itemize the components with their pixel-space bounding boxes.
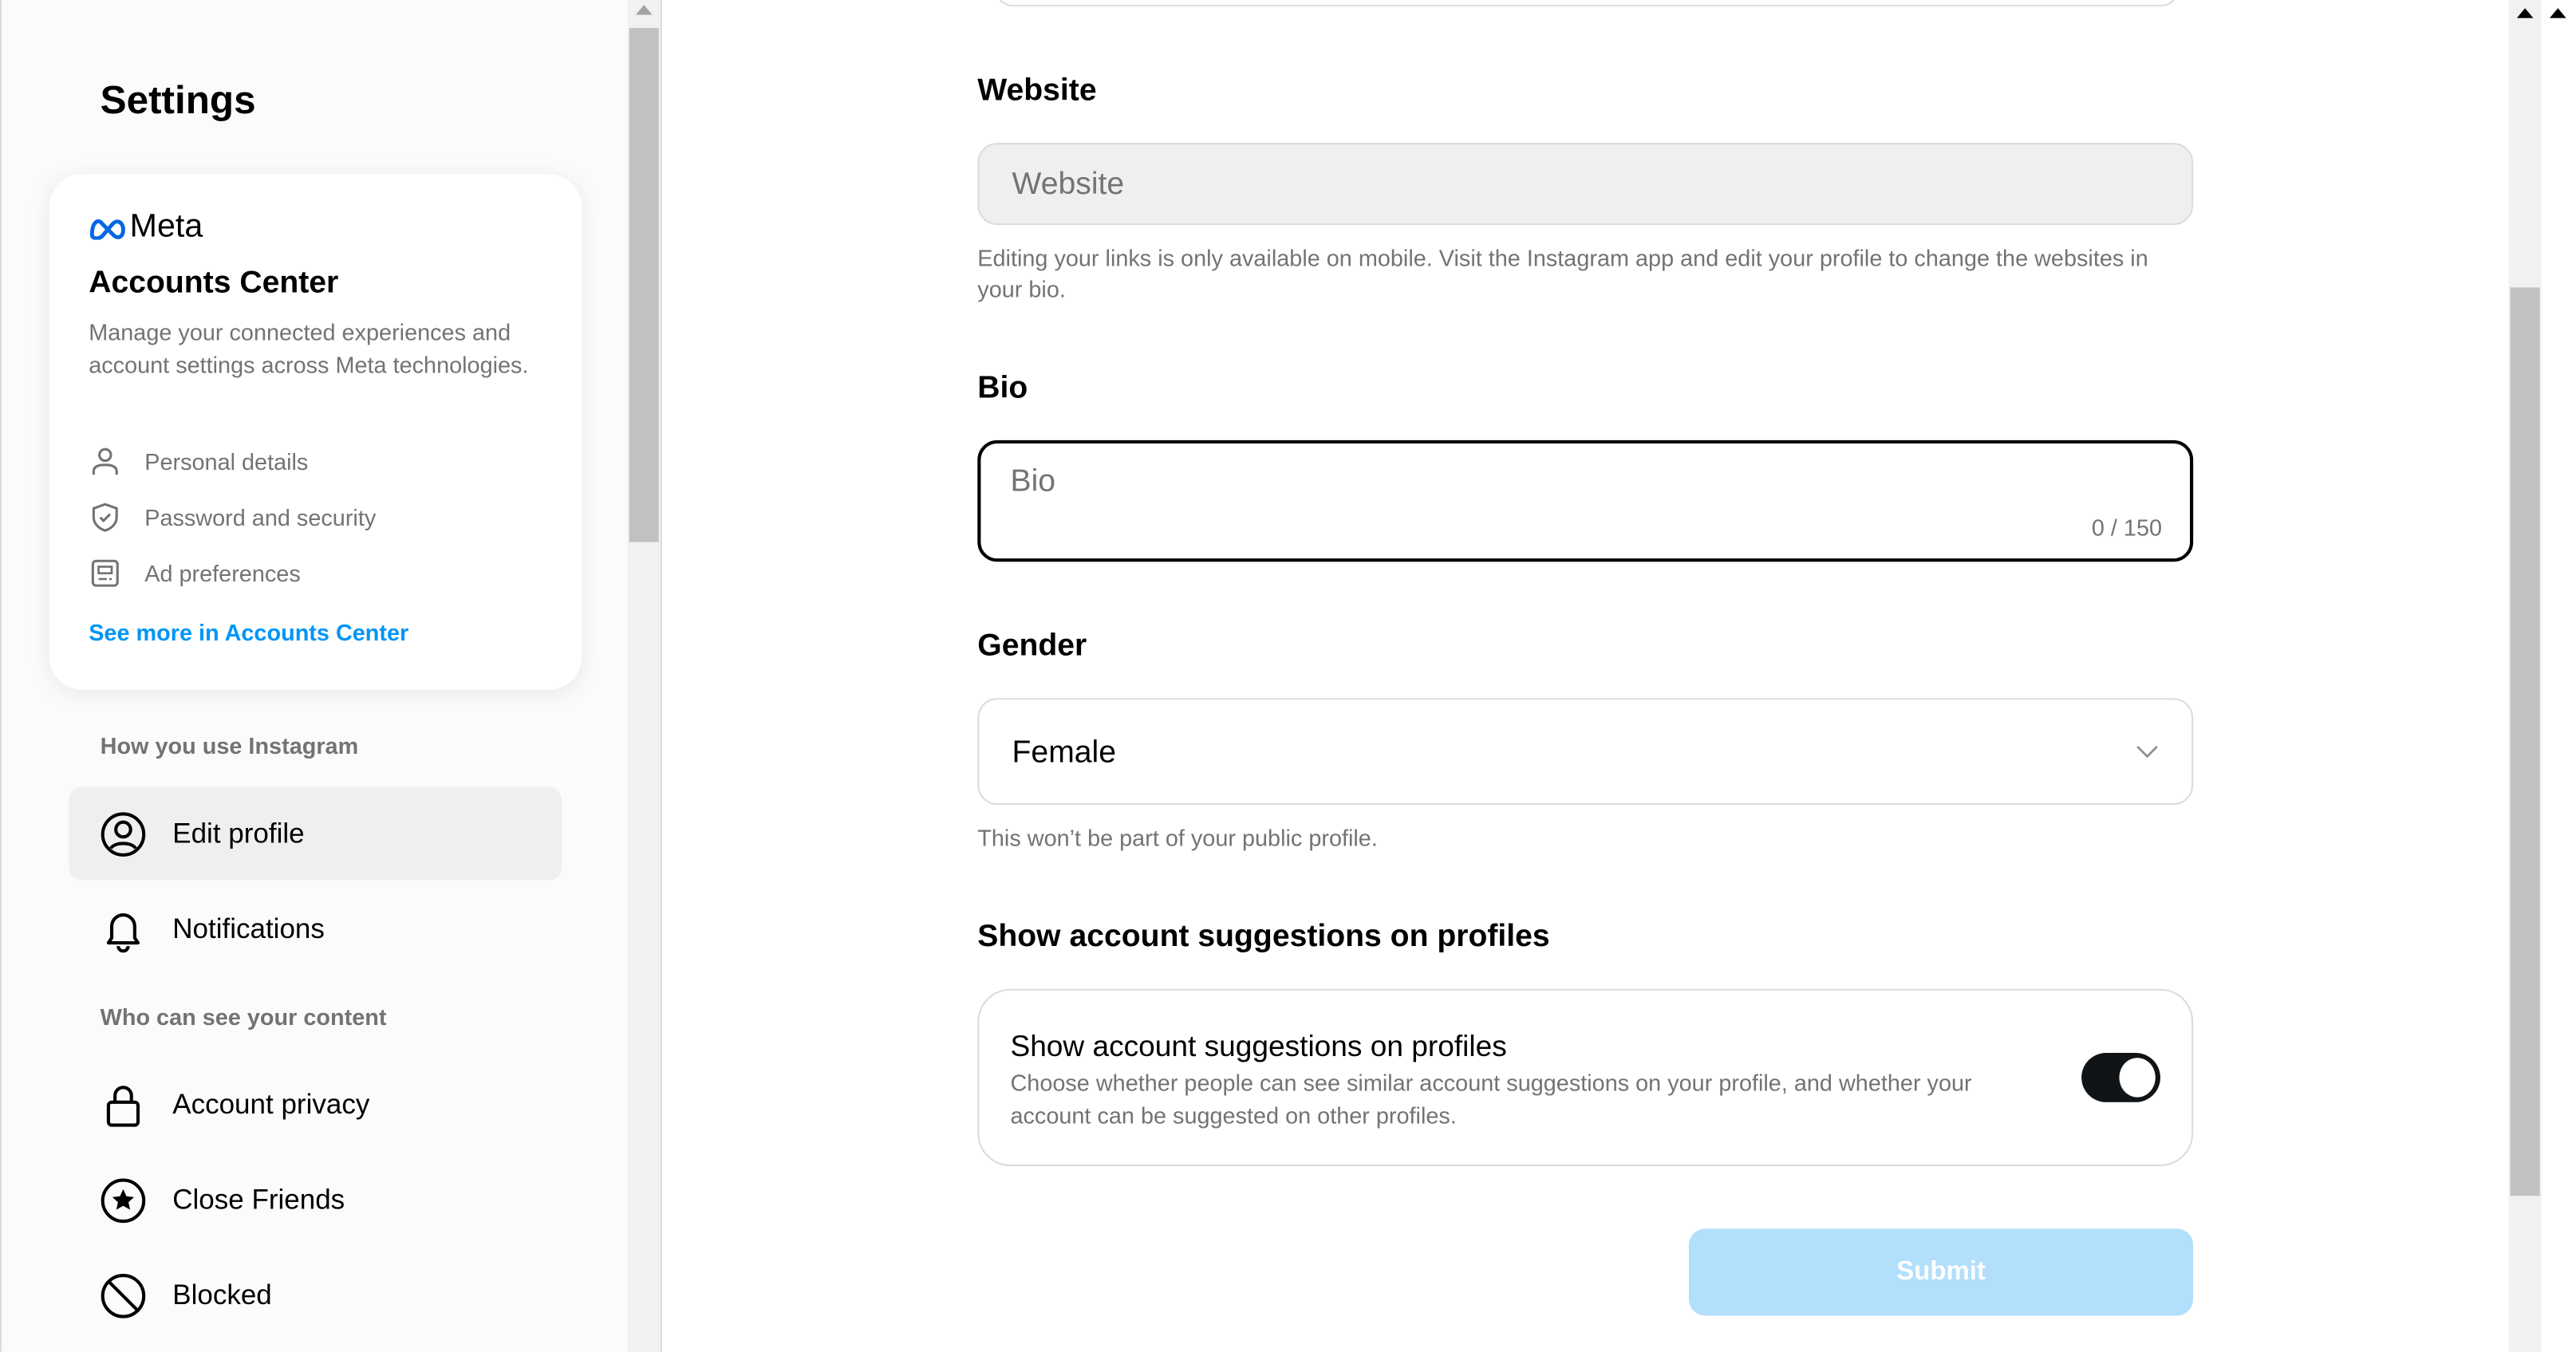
submit-button[interactable]: Submit [1688,1228,2194,1316]
settings-title: Settings [100,78,256,124]
sidebar-item-account-privacy[interactable]: Account privacy [69,1058,562,1151]
bio-placeholder: Bio [1010,464,1056,500]
main-scrollbar-thumb[interactable] [2510,287,2540,1196]
website-help-text: Editing your links is only available on … [977,244,2148,302]
lock-icon [106,1085,140,1126]
accounts-center-card[interactable]: Meta Accounts Center Manage your connect… [49,174,582,690]
meta-logo: Meta [89,209,203,246]
website-label: Website [977,73,1097,108]
main-scrollbar[interactable] [2508,0,2542,1352]
sidebar-scrollbar-thumb[interactable] [629,28,659,542]
ad-preferences-item[interactable]: Ad preferences [89,557,301,589]
item-label: Blocked [172,1279,272,1311]
scroll-up-arrow-icon[interactable] [2516,8,2534,18]
suggestions-card: Show account suggestions on profiles Cho… [977,988,2194,1167]
user-circle-icon [101,811,146,856]
gender-label: Gender [977,629,1087,664]
bell-icon [106,913,140,952]
sidebar-item-edit-profile[interactable]: Edit profile [69,786,562,881]
accounts-center-title: Accounts Center [89,266,339,301]
website-input[interactable]: Website [977,143,2194,226]
item-label: Personal details [144,448,309,475]
toggle-knob [2117,1056,2157,1099]
suggestions-title: Show account suggestions on profiles [1010,1030,1507,1063]
item-label: Close Friends [172,1183,345,1215]
item-label: Edit profile [172,817,305,849]
bio-label: Bio [977,371,1028,406]
suggestions-label: Show account suggestions on profiles [977,920,1550,955]
meta-wordmark: Meta [129,208,203,245]
ad-icon [91,559,119,587]
scroll-up-arrow-icon[interactable] [2550,8,2566,18]
chevron-down-icon [2136,746,2158,759]
item-label: Notifications [172,912,325,944]
suggestions-toggle[interactable] [2081,1053,2160,1102]
sidebar-item-notifications[interactable]: Notifications [69,882,562,976]
item-label: Account privacy [172,1088,370,1120]
item-label: Ad preferences [144,560,301,587]
sidebar: Settings Meta Accounts Center Manage you… [0,0,628,1352]
bio-textarea[interactable]: Bio 0 / 150 [977,439,2194,562]
meta-infinity-icon [89,218,125,239]
section-how-you-use: How you use Instagram [100,732,359,759]
suggestions-description: Choose whether people can see similar ac… [1010,1069,1972,1128]
gender-select[interactable]: Female [977,698,2194,806]
scroll-up-arrow-icon[interactable] [635,5,653,15]
previous-field-edge [993,0,2180,7]
blocked-icon [101,1272,146,1318]
item-label: Password and security [144,504,377,531]
accounts-center-description: Manage your connected experiences and ac… [89,318,529,377]
shield-check-icon [92,503,118,532]
star-circle-icon [101,1177,146,1223]
section-who-can-see: Who can see your content [100,1003,387,1031]
website-placeholder: Website [1012,168,1125,203]
gender-value: Female [1012,735,1117,771]
gender-help-text: This won’t be part of your public profil… [977,824,1378,851]
person-icon [92,447,118,475]
see-more-accounts-center-link[interactable]: See more in Accounts Center [89,619,408,645]
outer-scrollbar[interactable] [2541,0,2576,1352]
personal-details-item[interactable]: Personal details [89,445,308,478]
password-security-item[interactable]: Password and security [89,501,376,534]
bio-char-counter: 0 / 150 [2091,514,2163,541]
sidebar-item-blocked[interactable]: Blocked [69,1248,562,1342]
sidebar-scrollbar[interactable] [627,0,662,1352]
sidebar-item-close-friends[interactable]: Close Friends [69,1153,562,1247]
